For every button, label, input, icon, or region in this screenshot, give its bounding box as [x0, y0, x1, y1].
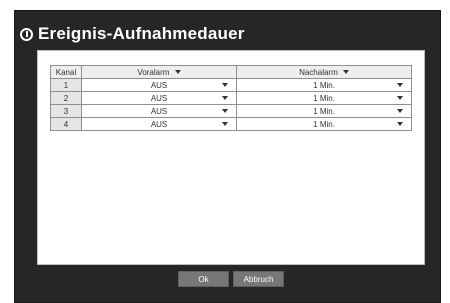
dropdown-arrow-icon[interactable]: [397, 96, 403, 100]
dropdown-arrow-icon[interactable]: [222, 96, 229, 100]
dialog-footer: Ok Abbruch: [37, 265, 425, 293]
header-kanal-label: Kanal: [55, 67, 77, 77]
event-record-table: Kanal Voralarm Nachalarm 1 AUS 1 Min. 2 …: [50, 65, 412, 131]
header-voralarm[interactable]: Voralarm: [80, 65, 238, 79]
dropdown-arrow-icon[interactable]: [222, 109, 229, 113]
nachalarm-select[interactable]: 1 Min.: [236, 117, 412, 131]
ok-button[interactable]: Ok: [178, 271, 229, 287]
voralarm-value: AUS: [150, 106, 168, 116]
voralarm-value: AUS: [150, 93, 168, 103]
voralarm-select[interactable]: AUS: [80, 78, 238, 92]
dropdown-arrow-icon[interactable]: [343, 70, 349, 75]
cancel-button[interactable]: Abbruch: [233, 271, 284, 287]
dialog-title: Ereignis-Aufnahmedauer: [38, 24, 245, 43]
nachalarm-select[interactable]: 1 Min.: [236, 104, 412, 118]
row-kanal-cell: 1: [50, 78, 82, 92]
voralarm-value: AUS: [150, 119, 168, 129]
voralarm-select[interactable]: AUS: [80, 117, 238, 131]
dropdown-arrow-icon[interactable]: [174, 70, 181, 75]
dialog-header: Ereignis-Aufnahmedauer: [20, 22, 245, 46]
dropdown-arrow-icon[interactable]: [397, 122, 403, 126]
header-voralarm-label: Voralarm: [137, 67, 170, 77]
header-nachalarm[interactable]: Nachalarm: [236, 65, 412, 79]
header-kanal: Kanal: [50, 65, 82, 79]
header-nachalarm-label: Nachalarm: [299, 67, 338, 77]
nachalarm-value: 1 Min.: [313, 106, 335, 116]
nachalarm-value: 1 Min.: [313, 80, 335, 90]
table-row: 1 AUS 1 Min.: [50, 78, 412, 92]
nachalarm-value: 1 Min.: [313, 93, 335, 103]
table-row: 4 AUS 1 Min.: [50, 117, 412, 131]
row-kanal-cell: 2: [50, 91, 82, 105]
voralarm-value: AUS: [150, 80, 168, 90]
content-panel: Kanal Voralarm Nachalarm 1 AUS 1 Min. 2 …: [37, 50, 425, 265]
dropdown-arrow-icon[interactable]: [222, 122, 229, 126]
table-row: 3 AUS 1 Min.: [50, 104, 412, 118]
dropdown-arrow-icon[interactable]: [397, 83, 403, 87]
row-kanal-cell: 4: [50, 117, 82, 131]
row-kanal-cell: 3: [50, 104, 82, 118]
voralarm-select[interactable]: AUS: [80, 91, 238, 105]
dropdown-arrow-icon[interactable]: [397, 109, 403, 113]
nachalarm-select[interactable]: 1 Min.: [236, 78, 412, 92]
table-row: 2 AUS 1 Min.: [50, 91, 412, 105]
nachalarm-value: 1 Min.: [313, 119, 335, 129]
voralarm-select[interactable]: AUS: [80, 104, 238, 118]
nachalarm-select[interactable]: 1 Min.: [236, 91, 412, 105]
dropdown-arrow-icon[interactable]: [222, 83, 229, 87]
power-icon: [20, 27, 33, 41]
